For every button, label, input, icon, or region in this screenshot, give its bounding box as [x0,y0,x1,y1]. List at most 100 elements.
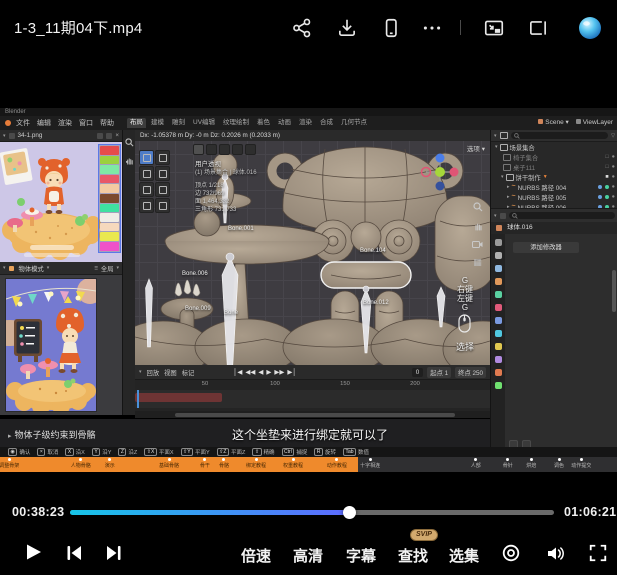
share-icon[interactable] [291,17,313,39]
play-forward-button[interactable]: ▶ [266,368,271,376]
workspace-tab-sculpting[interactable]: 雕刻 [169,118,188,128]
properties-tab[interactable] [495,369,502,376]
hide-icon[interactable]: ● [612,184,615,190]
editor-type-caret-icon[interactable]: ▾ [3,133,6,139]
scale-tool[interactable] [139,182,154,197]
properties-tab[interactable] [495,239,502,246]
playback-speed-button[interactable]: 倍速 [241,545,271,566]
properties-tab[interactable] [495,343,502,350]
mobile-device-icon[interactable] [380,17,402,39]
properties-tab[interactable] [495,317,502,324]
select-box-tool[interactable] [139,150,154,165]
hide-icon[interactable]: ● [612,164,615,170]
jump-end-button[interactable]: ▶│ [287,368,296,376]
subtitles-button[interactable]: 字幕 [346,545,376,566]
hide-icon[interactable]: ● [612,174,615,180]
palette-swatch[interactable] [100,175,119,184]
palette-swatch[interactable] [100,165,119,174]
workspace-tab-texture[interactable]: 纹理绘制 [220,118,252,128]
palette-swatch[interactable] [100,184,119,193]
playhead[interactable] [137,390,139,408]
timeline-channel-area[interactable] [135,390,490,408]
timeline-scroll-thumb[interactable] [175,413,455,417]
properties-tab[interactable] [495,304,502,311]
workspace-tab-uv[interactable]: UV编辑 [190,118,218,128]
transform-tool[interactable] [155,182,170,197]
download-icon[interactable] [336,17,358,39]
zoom-tool-icon[interactable] [125,138,134,147]
properties-tab[interactable] [495,278,502,285]
episodes-button[interactable]: 选集 [449,545,479,566]
properties-tab[interactable] [495,330,502,337]
annotate-tool[interactable] [139,198,154,213]
previous-episode-button[interactable] [64,543,84,563]
hide-icon[interactable]: ● [612,154,615,160]
measure-tool[interactable] [155,198,170,213]
select-mode-icon[interactable] [193,144,204,155]
picture-in-picture-icon[interactable] [483,17,505,39]
workspace-tab-geonodes[interactable]: 几何节点 [338,118,370,128]
properties-tab[interactable] [495,382,502,389]
playback-menu[interactable]: 回放 [147,368,160,377]
hide-icon[interactable]: ● [612,194,615,200]
seek-handle[interactable] [343,506,356,519]
editor-type-caret-icon[interactable]: ▾ [494,133,497,139]
exclude-checkbox[interactable]: □ [605,164,608,170]
outliner-search-input[interactable] [511,132,609,139]
editor-type-caret-icon[interactable]: ▾ [494,213,497,219]
properties-tab[interactable] [495,356,502,363]
mode-icon-5[interactable] [245,144,256,155]
palette-swatch[interactable] [100,156,119,165]
quality-button[interactable]: 高清 [293,545,323,566]
video-frame[interactable]: Blender 文件 编辑 渲染 窗口 帮助 布局 建模 雕刻 UV编辑 纹理绘… [0,108,617,472]
open-image-icon[interactable] [106,133,112,139]
display-mode-icon[interactable] [500,132,508,139]
workspace-tab-animation[interactable]: 动画 [275,118,294,128]
view-menu[interactable]: 视图 [164,368,177,377]
palette-swatch[interactable] [100,213,119,222]
record-gif-button[interactable] [501,543,521,563]
rotate-tool[interactable] [155,166,170,181]
next-episode-button[interactable] [104,543,124,563]
fullscreen-button[interactable] [588,543,608,563]
volume-button[interactable] [545,543,565,563]
outliner-row-nurbs-005[interactable]: ▸~ NURBS 路径 005 ● [491,192,617,202]
reference-image-1[interactable] [0,142,122,262]
scene-selector[interactable]: Scene ▾ [538,118,569,126]
avatar[interactable] [577,15,603,41]
mode-icon-3[interactable] [219,144,230,155]
prev-keyframe-button[interactable]: ◀◀ [245,368,255,376]
cursor-tool[interactable] [155,150,170,165]
properties-tab[interactable] [495,291,502,298]
marker-menu[interactable]: 标记 [182,368,195,377]
menu-render[interactable]: 渲染 [58,118,72,128]
zoom-icon[interactable] [473,202,483,212]
properties-search-input[interactable] [509,212,615,219]
palette-swatch[interactable] [100,194,119,203]
palette-swatch[interactable] [100,223,119,232]
jump-start-button[interactable]: │◀ [233,368,242,376]
exclude-checkbox[interactable]: □ [605,154,608,160]
palette-swatch[interactable] [100,242,119,251]
properties-tab[interactable] [495,252,502,259]
navigation-gizmo[interactable] [418,150,462,194]
workspace-tab-rendering[interactable]: 渲染 [296,118,315,128]
search-button[interactable]: SVIP 查找 [398,545,428,566]
object-mode-dropdown[interactable]: 物体模式 [19,264,44,273]
workspace-tab-compositing[interactable]: 合成 [317,118,336,128]
play-button[interactable] [22,541,44,563]
filter-icon[interactable]: ▽ [611,133,615,139]
outliner-row-cookie-build[interactable]: ▾ 饼干制作 ▼ ■● [491,172,617,182]
properties-tab[interactable] [495,265,502,272]
workspace-tab-shading[interactable]: 着色 [254,118,273,128]
frame-end-field[interactable]: 终点 250 [455,367,486,378]
palette-swatch[interactable] [100,204,119,213]
outliner-row-scene-collection[interactable]: ▾ 场景集合 [491,142,617,152]
seek-bar[interactable] [70,510,554,515]
palette-swatch[interactable] [100,232,119,241]
current-frame-field[interactable]: 0 [412,368,424,377]
menu-edit[interactable]: 编辑 [37,118,51,128]
options-dropdown[interactable]: 选项 ▾ [467,143,485,153]
theater-mode-icon[interactable] [527,17,549,39]
frame-start-field[interactable]: 起点 1 [427,367,451,378]
